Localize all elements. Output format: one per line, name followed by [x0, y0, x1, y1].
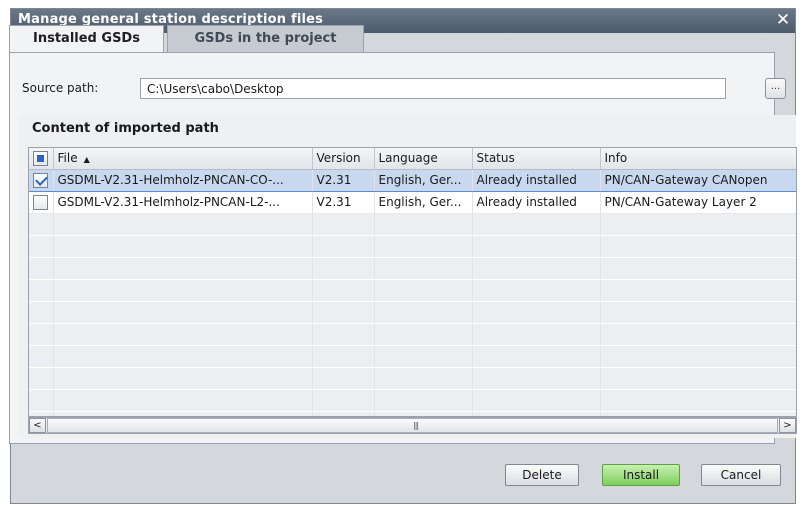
empty-row	[29, 345, 796, 368]
close-icon[interactable]: ✕	[773, 11, 793, 30]
sort-ascending-icon: ▲	[83, 155, 90, 165]
tab-installed-gsds[interactable]: Installed GSDs	[9, 25, 164, 53]
imported-content-section: Content of imported path File ▲ Version L…	[18, 115, 797, 438]
table-header: File ▲ Version Language Status Info	[29, 148, 796, 170]
cell-info: PN/CAN-Gateway CANopen	[600, 168, 796, 192]
row-checkbox[interactable]	[33, 194, 49, 210]
empty-row	[29, 323, 796, 346]
section-title: Content of imported path	[32, 121, 219, 136]
cell-file: GSDML-V2.31-Helmholz-PNCAN-CO-...	[53, 168, 313, 192]
cancel-button[interactable]: Cancel	[701, 464, 781, 486]
table-row[interactable]: GSDML-V2.31-Helmholz-PNCAN-L2-... V2.31 …	[29, 191, 796, 214]
scrollbar-thumb[interactable]: |||	[47, 418, 778, 433]
grip-icon: |||	[413, 421, 419, 430]
empty-row	[29, 279, 796, 302]
column-info[interactable]: Info	[600, 148, 796, 170]
column-language[interactable]: Language	[374, 148, 473, 170]
row-checkbox-cell[interactable]	[29, 168, 54, 192]
empty-row	[29, 257, 796, 280]
cell-status: Already installed	[472, 191, 601, 214]
install-button[interactable]: Install	[602, 464, 680, 486]
delete-button[interactable]: Delete	[505, 464, 579, 486]
horizontal-scrollbar[interactable]: < ||| >	[28, 417, 797, 434]
cell-info: PN/CAN-Gateway Layer 2	[600, 191, 796, 214]
column-status[interactable]: Status	[472, 148, 601, 170]
select-all-box[interactable]	[33, 150, 49, 166]
source-path-label: Source path:	[22, 81, 99, 95]
scroll-right-icon[interactable]: >	[779, 418, 796, 433]
column-file-label: File	[57, 151, 78, 166]
scroll-left-icon[interactable]: <	[29, 418, 46, 433]
column-version[interactable]: Version	[312, 148, 375, 170]
empty-row	[29, 235, 796, 258]
source-path-input[interactable]	[140, 78, 726, 99]
cell-status: Already installed	[472, 168, 601, 192]
cell-version: V2.31	[312, 168, 375, 192]
row-checkbox[interactable]	[33, 172, 49, 188]
cell-language: English, Ger...	[374, 168, 473, 192]
cell-file: GSDML-V2.31-Helmholz-PNCAN-L2-...	[53, 191, 313, 214]
empty-row	[29, 213, 796, 236]
gsd-table: File ▲ Version Language Status Info GSDML…	[28, 147, 797, 417]
empty-row	[29, 367, 796, 390]
empty-row	[29, 389, 796, 412]
browse-button[interactable]: ...	[765, 78, 786, 99]
row-checkbox-cell[interactable]	[29, 191, 54, 214]
select-all-checkbox[interactable]	[29, 148, 54, 170]
cell-language: English, Ger...	[374, 191, 473, 214]
empty-row	[29, 301, 796, 324]
column-file[interactable]: File ▲	[53, 148, 313, 170]
cell-version: V2.31	[312, 191, 375, 214]
table-row[interactable]: GSDML-V2.31-Helmholz-PNCAN-CO-... V2.31 …	[29, 168, 796, 192]
tab-gsds-in-project[interactable]: GSDs in the project	[167, 25, 364, 52]
